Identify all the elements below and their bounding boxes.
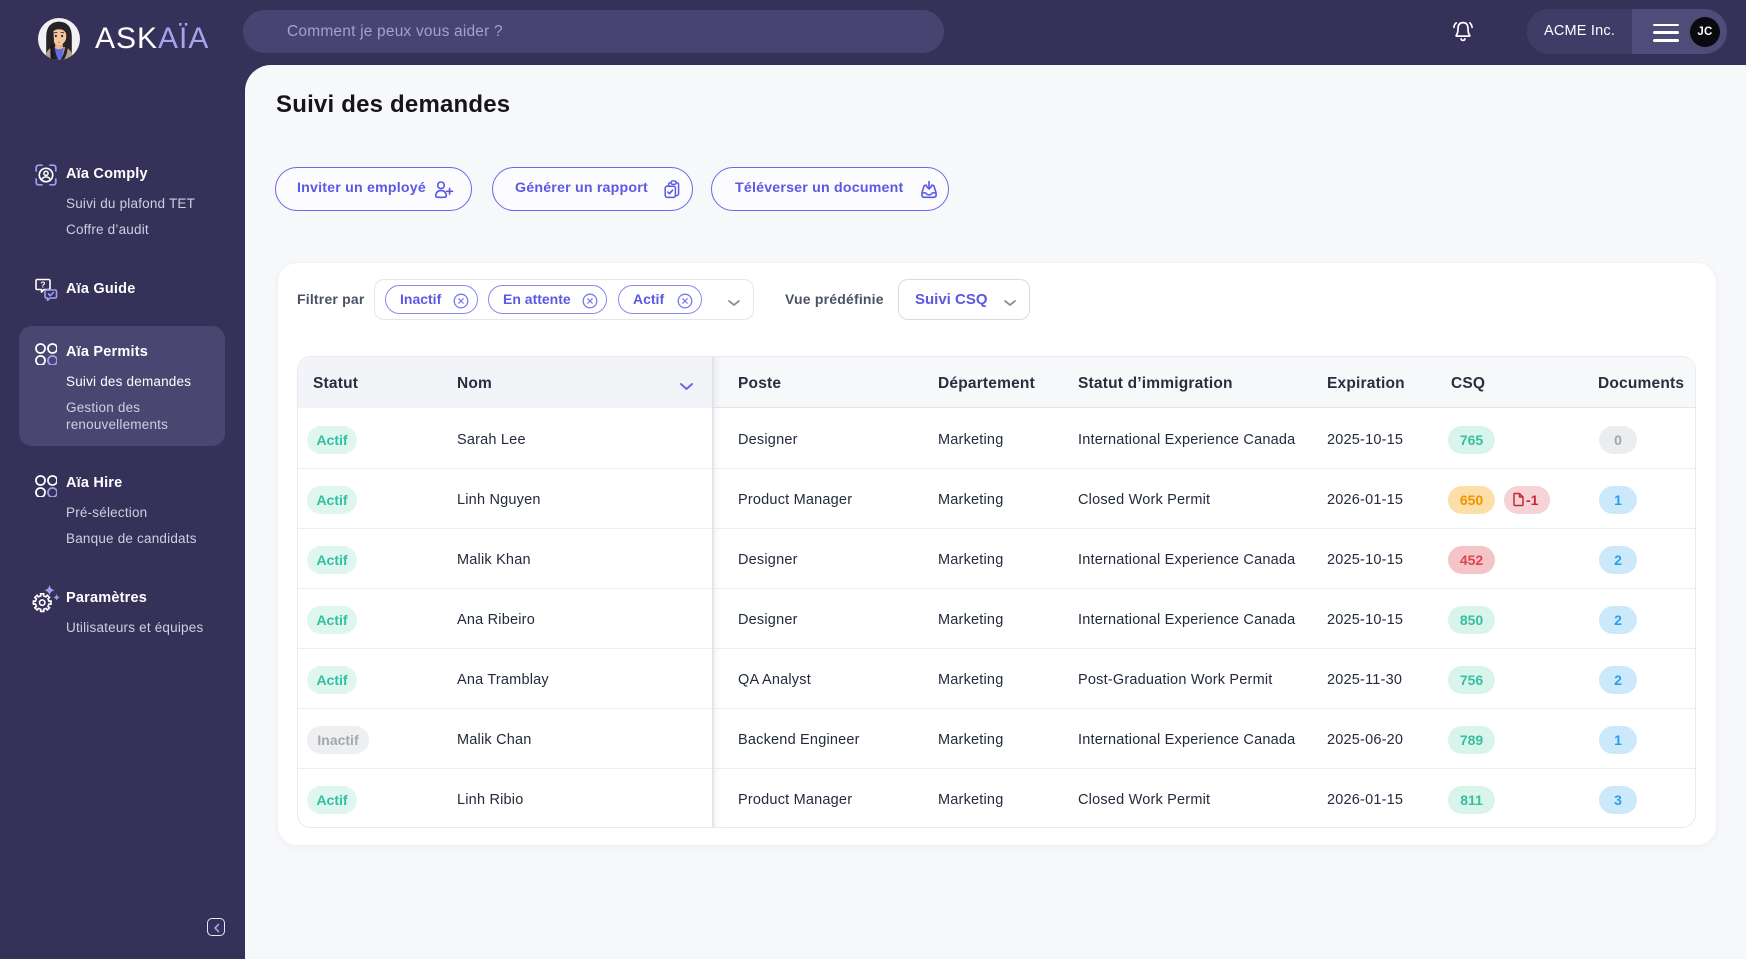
svg-text:?: ? — [40, 280, 45, 290]
